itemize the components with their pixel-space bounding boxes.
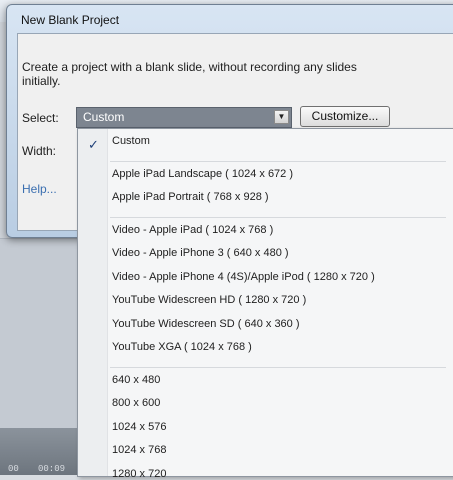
dropdown-option[interactable]: YouTube Widescreen SD ( 640 x 360 ) xyxy=(112,318,300,330)
select-label: Select: xyxy=(22,111,59,125)
select-value: Custom xyxy=(83,110,125,124)
dropdown-option[interactable]: Video - Apple iPhone 4 (4S)/Apple iPod (… xyxy=(112,271,375,283)
dropdown-option[interactable]: 1024 x 768 xyxy=(112,444,166,456)
dropdown-option[interactable]: 640 x 480 xyxy=(112,374,160,386)
dropdown-option[interactable]: YouTube Widescreen HD ( 1280 x 720 ) xyxy=(112,294,306,306)
dialog-description: Create a project with a blank slide, wit… xyxy=(22,60,357,88)
dropdown-option[interactable]: Apple iPad Landscape ( 1024 x 672 ) xyxy=(112,168,293,180)
chevron-down-icon[interactable]: ▼ xyxy=(274,110,289,124)
dropdown-option[interactable]: Video - Apple iPhone 3 ( 640 x 480 ) xyxy=(112,247,289,259)
dropdown-option[interactable]: Custom xyxy=(112,135,150,147)
dropdown-option[interactable]: 1024 x 576 xyxy=(112,421,166,433)
dropdown-option[interactable]: 800 x 600 xyxy=(112,397,160,409)
dropdown-gutter xyxy=(78,129,108,476)
help-link[interactable]: Help... xyxy=(22,182,57,196)
menu-separator xyxy=(110,160,446,162)
menu-separator xyxy=(110,366,446,368)
timeline-time: 00:09 xyxy=(38,464,66,474)
timeline-marker: 00 xyxy=(8,464,19,474)
dropdown-option[interactable]: Apple iPad Portrait ( 768 x 928 ) xyxy=(112,191,269,203)
preset-dropdown-list: ✓ Custom Apple iPad Landscape ( 1024 x 67… xyxy=(77,128,453,480)
menu-separator xyxy=(110,216,446,218)
dropdown-option[interactable]: 1280 x 720 xyxy=(112,468,166,480)
dialog-title: New Blank Project xyxy=(21,13,120,27)
preset-select[interactable]: Custom ▼ xyxy=(76,107,292,128)
dropdown-option[interactable]: YouTube XGA ( 1024 x 768 ) xyxy=(112,341,252,353)
width-label: Width: xyxy=(22,144,57,158)
checkmark-icon: ✓ xyxy=(88,137,99,152)
customize-button[interactable]: Customize... xyxy=(300,106,390,127)
dropdown-option[interactable]: Video - Apple iPad ( 1024 x 768 ) xyxy=(112,224,273,236)
